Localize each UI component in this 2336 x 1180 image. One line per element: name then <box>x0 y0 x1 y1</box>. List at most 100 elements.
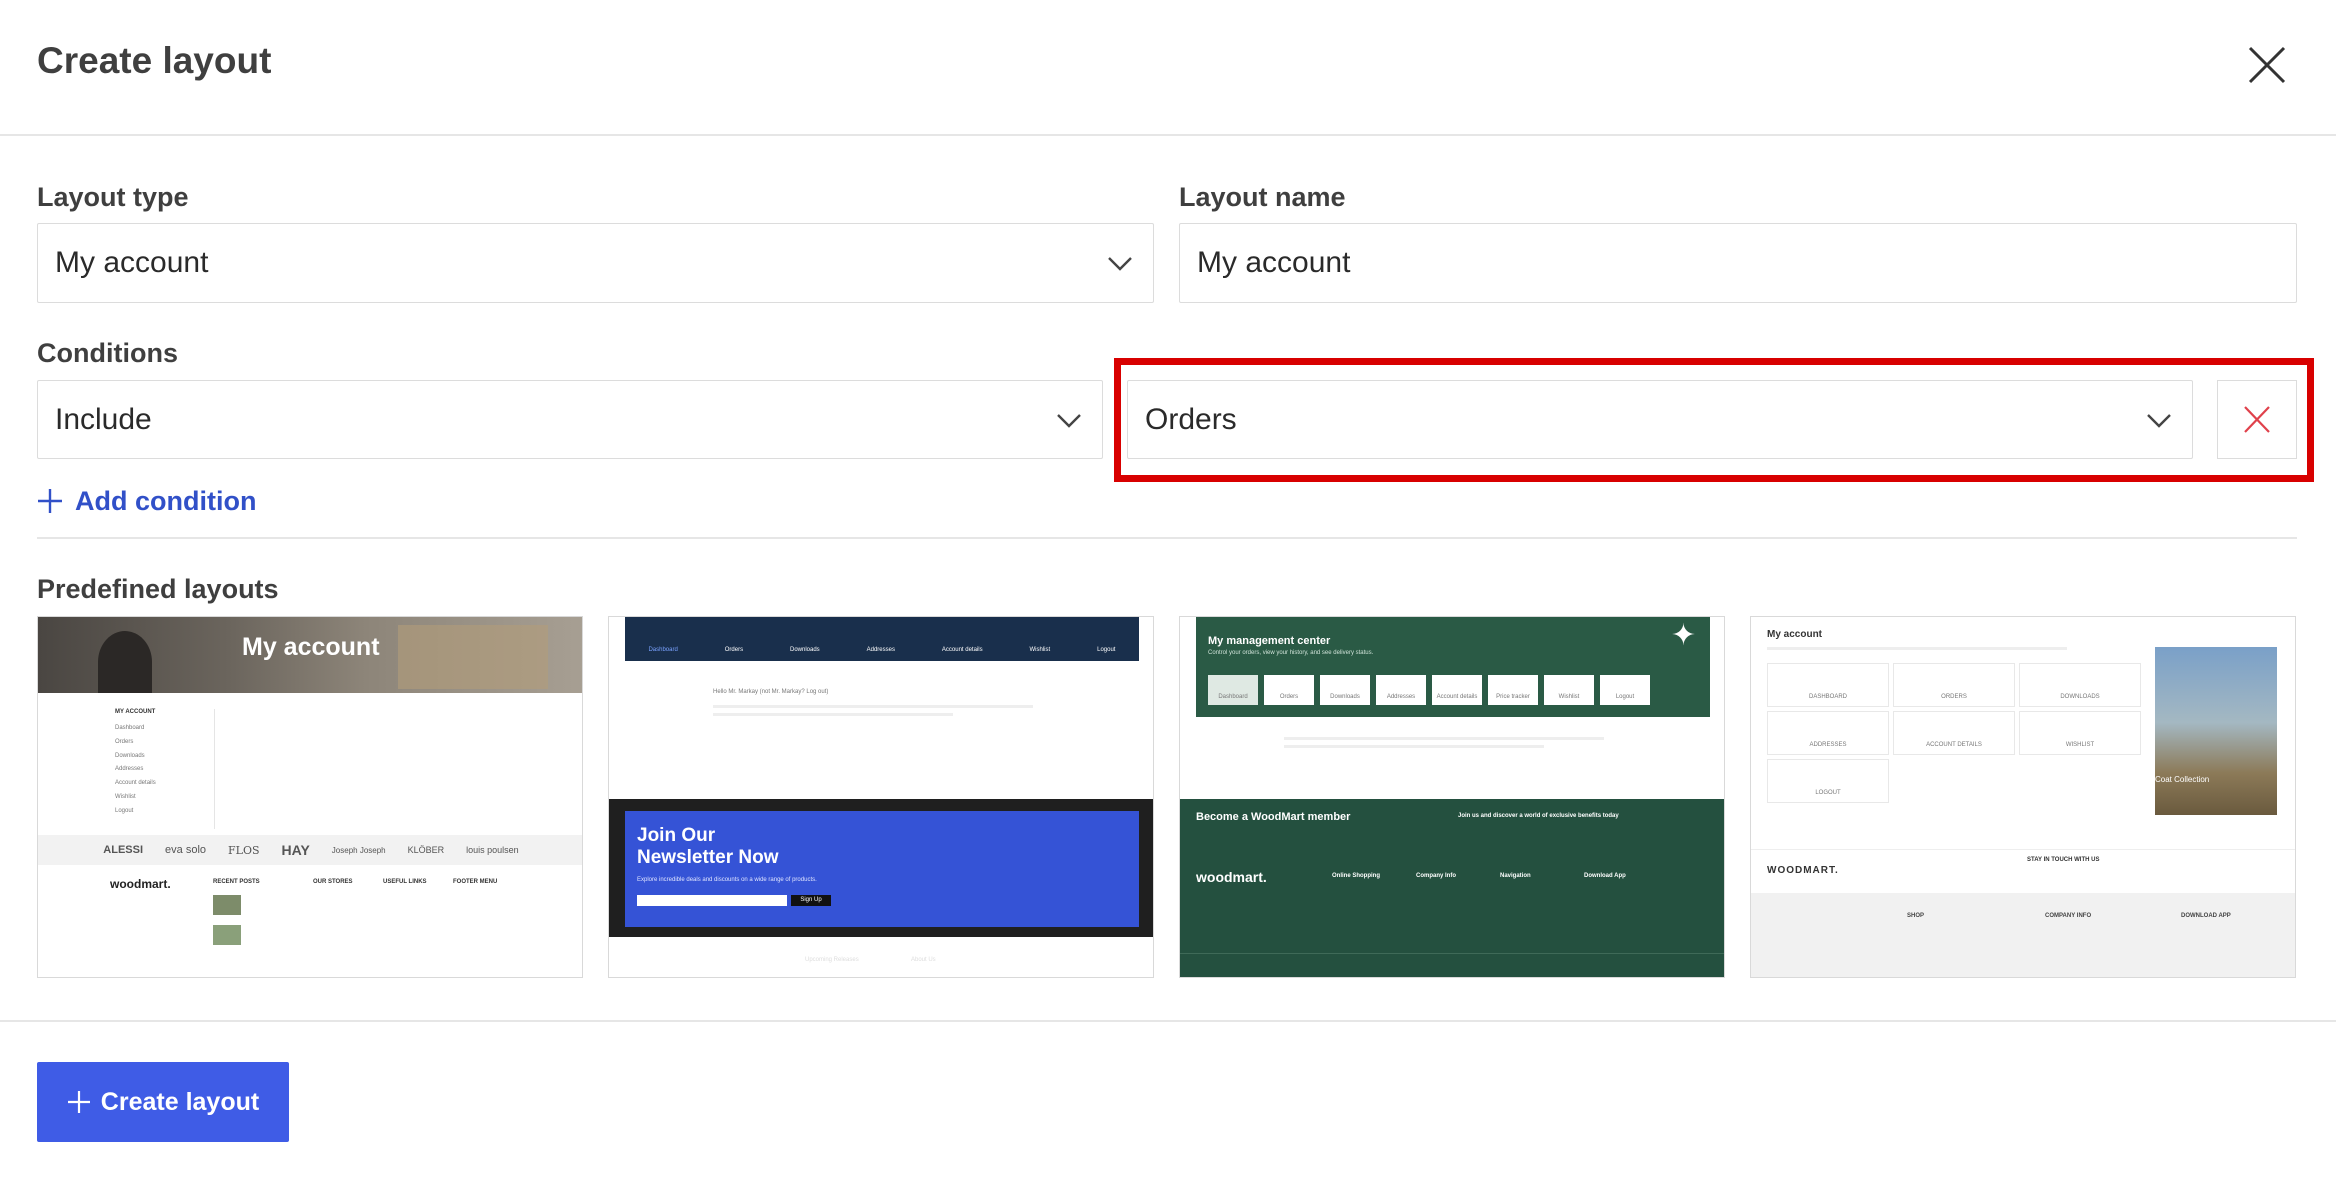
tab-tile: Downloads <box>1320 675 1370 705</box>
brand-logo: HAY <box>281 842 310 858</box>
header-divider <box>0 134 2336 136</box>
brand-logo: ALESSI <box>103 844 144 856</box>
create-layout-button[interactable]: Create layout <box>37 1062 289 1142</box>
tab-tile: Price tracker <box>1488 675 1538 705</box>
nav-divider <box>214 709 215 829</box>
email-field <box>637 895 787 906</box>
management-tabs: Dashboard Orders Downloads Addresses Acc… <box>1208 675 1650 705</box>
dashboard-tile: ACCOUNT DETAILS <box>1893 711 2015 755</box>
dashboard-tiles: DASHBOARD ORDERS DOWNLOADS ADDRESSES ACC… <box>1767 663 2143 803</box>
layout-type-label: Layout type <box>37 182 189 212</box>
layout-thumbnail-1[interactable]: My account MY ACCOUNT Dashboard Orders D… <box>37 616 583 978</box>
stay-in-touch: STAY IN TOUCH WITH US <box>2027 857 2100 863</box>
account-tabs-bar: Dashboard Orders Downloads Addresses Acc… <box>625 617 1139 661</box>
footer-panel: SHOP COMPANY INFO DOWNLOAD APP <box>1751 893 2295 977</box>
newsletter-title-line: Join Our <box>637 825 716 846</box>
dashboard-tile: DASHBOARD <box>1767 663 1889 707</box>
footer-col-title: About Us <box>911 957 936 963</box>
dashboard-tile: DOWNLOADS <box>2019 663 2141 707</box>
section-divider <box>37 537 2297 539</box>
dashboard-tile: LOGOUT <box>1767 759 1889 803</box>
newsletter-panel: Join Our Newsletter Now Explore incredib… <box>625 811 1139 927</box>
management-subtitle: Control your orders, view your history, … <box>1208 650 1374 656</box>
condition-type-value: Include <box>55 402 152 436</box>
tab-label: Logout <box>1097 647 1116 654</box>
footer-col-title: OUR STORES <box>313 879 353 885</box>
brand-logo: louis poulsen <box>466 845 519 855</box>
signup-button: Sign Up <box>791 895 831 906</box>
layout-name-label: Layout name <box>1179 182 1346 212</box>
nav-item: Addresses <box>115 766 144 773</box>
management-title: My management center <box>1208 635 1331 647</box>
brand-logo: Joseph Joseph <box>331 845 386 855</box>
footer-col-title: SHOP <box>1907 913 1925 919</box>
tab-tile: Addresses <box>1376 675 1426 705</box>
footer-col-title: Check Our Instagram <box>1017 957 1078 963</box>
layout-thumbnail-3[interactable]: My management center Control your orders… <box>1179 616 1725 978</box>
footer-divider <box>1180 953 1724 954</box>
add-condition-link[interactable]: Add condition <box>37 483 256 519</box>
condition-type-select[interactable]: Include <box>37 380 1103 459</box>
footer-col-title: Online Shopping <box>1332 873 1380 879</box>
remove-condition-button[interactable] <box>2217 380 2297 459</box>
nav-item: Dashboard <box>115 725 145 731</box>
layout-type-select[interactable]: My account <box>37 223 1154 303</box>
footer-col-title: COMPANY INFO <box>2045 913 2092 919</box>
close-icon <box>2244 406 2270 433</box>
photo-caption: Coat Collection <box>2155 775 2210 784</box>
post-thumb <box>213 925 241 945</box>
nav-item: Account details <box>115 780 156 787</box>
tab-tile: Account details <box>1432 675 1482 705</box>
newsletter-photo <box>953 823 1127 915</box>
layout-type-value: My account <box>55 246 209 279</box>
tab-tile: Wishlist <box>1544 675 1594 705</box>
woodmart-logo: woodmart <box>625 953 683 967</box>
close-icon <box>2248 46 2286 84</box>
chevron-down-icon <box>1108 257 1132 271</box>
chair-shape <box>398 625 548 689</box>
text-line <box>713 705 1033 708</box>
nav-item: Downloads <box>115 752 145 759</box>
text-line <box>1767 647 2067 650</box>
dashboard-tile: ADDRESSES <box>1767 711 1889 755</box>
tab-label: Wishlist <box>1029 647 1051 654</box>
member-footer: Become a WoodMart member Join us and dis… <box>1180 799 1724 977</box>
newsletter-title: Join Our Newsletter Now <box>637 825 778 869</box>
fireplace-shape <box>98 631 152 693</box>
conditions-label: Conditions <box>37 338 178 368</box>
layout-name-value: My account <box>1197 246 1351 279</box>
account-title: My account <box>1767 629 1823 640</box>
text-line <box>1284 737 1604 740</box>
layout-name-input[interactable]: My account <box>1179 223 2297 303</box>
layout-thumbnail-4[interactable]: My account DASHBOARD ORDERS DOWNLOADS AD… <box>1750 616 2296 978</box>
text-line <box>1284 745 1544 748</box>
tab-tile: Dashboard <box>1208 675 1258 705</box>
dialog-title: Create layout <box>37 40 272 81</box>
newsletter-subtitle: Explore incredible deals and discounts o… <box>637 877 817 883</box>
brand-logo: eva solo <box>165 844 207 856</box>
tab-label: Account details <box>941 647 983 654</box>
dashboard-tile: WISHLIST <box>2019 711 2141 755</box>
predefined-layouts-label: Predefined layouts <box>37 574 279 604</box>
star-decoration-icon: ✦ <box>1670 619 1696 652</box>
plus-icon <box>67 1091 90 1113</box>
nav-item: Wishlist <box>115 793 136 800</box>
brand-logo: KLÖBER <box>407 845 445 855</box>
footer-col-title: FOOTER MENU <box>453 879 498 885</box>
nav-title: MY ACCOUNT <box>115 709 156 715</box>
condition-target-value: Orders <box>1145 402 1237 436</box>
newsletter-title-line: Newsletter Now <box>637 846 779 868</box>
brands-strip: ALESSI eva solo FLOS HAY Joseph Joseph K… <box>38 835 582 865</box>
footer-col-title: Upcoming Releases <box>805 957 859 963</box>
layout-thumbnail-2[interactable]: Dashboard Orders Downloads Addresses Acc… <box>608 616 1154 978</box>
hero-title: My account <box>242 633 380 661</box>
woodmart-logo: WOODMART. <box>1767 865 1839 876</box>
close-button[interactable] <box>2242 40 2292 90</box>
add-condition-label: Add condition <box>75 485 257 516</box>
create-layout-label: Create layout <box>100 1087 260 1116</box>
woodmart-logo: woodmart. <box>110 877 171 891</box>
tab-tile: Orders <box>1264 675 1314 705</box>
footer-col-title: Navigation <box>1500 873 1531 879</box>
dashboard-tile: ORDERS <box>1893 663 2015 707</box>
condition-target-select[interactable]: Orders <box>1127 380 2193 459</box>
